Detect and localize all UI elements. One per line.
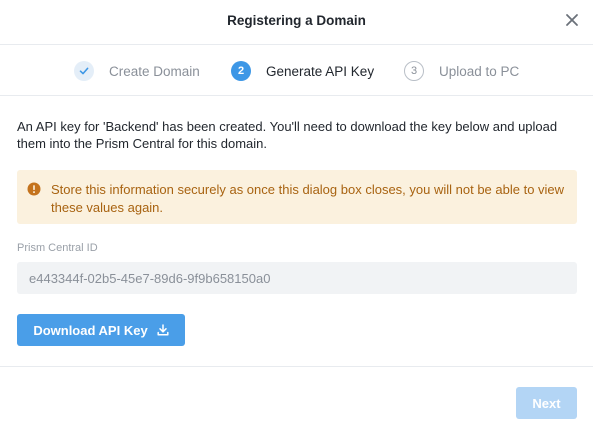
step-label: Generate API Key xyxy=(266,63,375,79)
download-button-label: Download API Key xyxy=(33,322,148,338)
step-number: 3 xyxy=(404,61,424,81)
step-upload-to-pc[interactable]: 3 Upload to PC xyxy=(404,61,519,81)
step-create-domain[interactable]: Create Domain xyxy=(74,61,200,81)
prism-central-id-field[interactable] xyxy=(17,262,577,294)
close-icon[interactable] xyxy=(564,12,580,28)
prism-central-id-label: Prism Central ID xyxy=(17,242,98,254)
step-number: 2 xyxy=(231,61,251,81)
wizard-steps: Create Domain 2 Generate API Key 3 Uploa… xyxy=(0,45,593,96)
description-text: An API key for 'Backend' has been create… xyxy=(17,119,558,151)
dialog-footer: Next xyxy=(0,366,593,437)
check-icon xyxy=(74,61,94,81)
next-button[interactable]: Next xyxy=(516,387,577,419)
step-generate-api-key[interactable]: 2 Generate API Key xyxy=(231,61,374,81)
download-api-key-button[interactable]: Download API Key xyxy=(17,314,185,346)
warning-text: Store this information securely as once … xyxy=(51,182,565,215)
download-icon xyxy=(157,324,169,336)
warning-banner: Store this information securely as once … xyxy=(17,170,577,224)
step-label: Create Domain xyxy=(109,63,200,79)
dialog-header: Registering a Domain xyxy=(0,0,593,45)
step-label: Upload to PC xyxy=(439,63,520,79)
dialog-title: Registering a Domain xyxy=(227,13,366,28)
register-domain-dialog: Registering a Domain Create Domain 2 Gen… xyxy=(0,0,593,437)
warning-icon xyxy=(27,182,41,196)
